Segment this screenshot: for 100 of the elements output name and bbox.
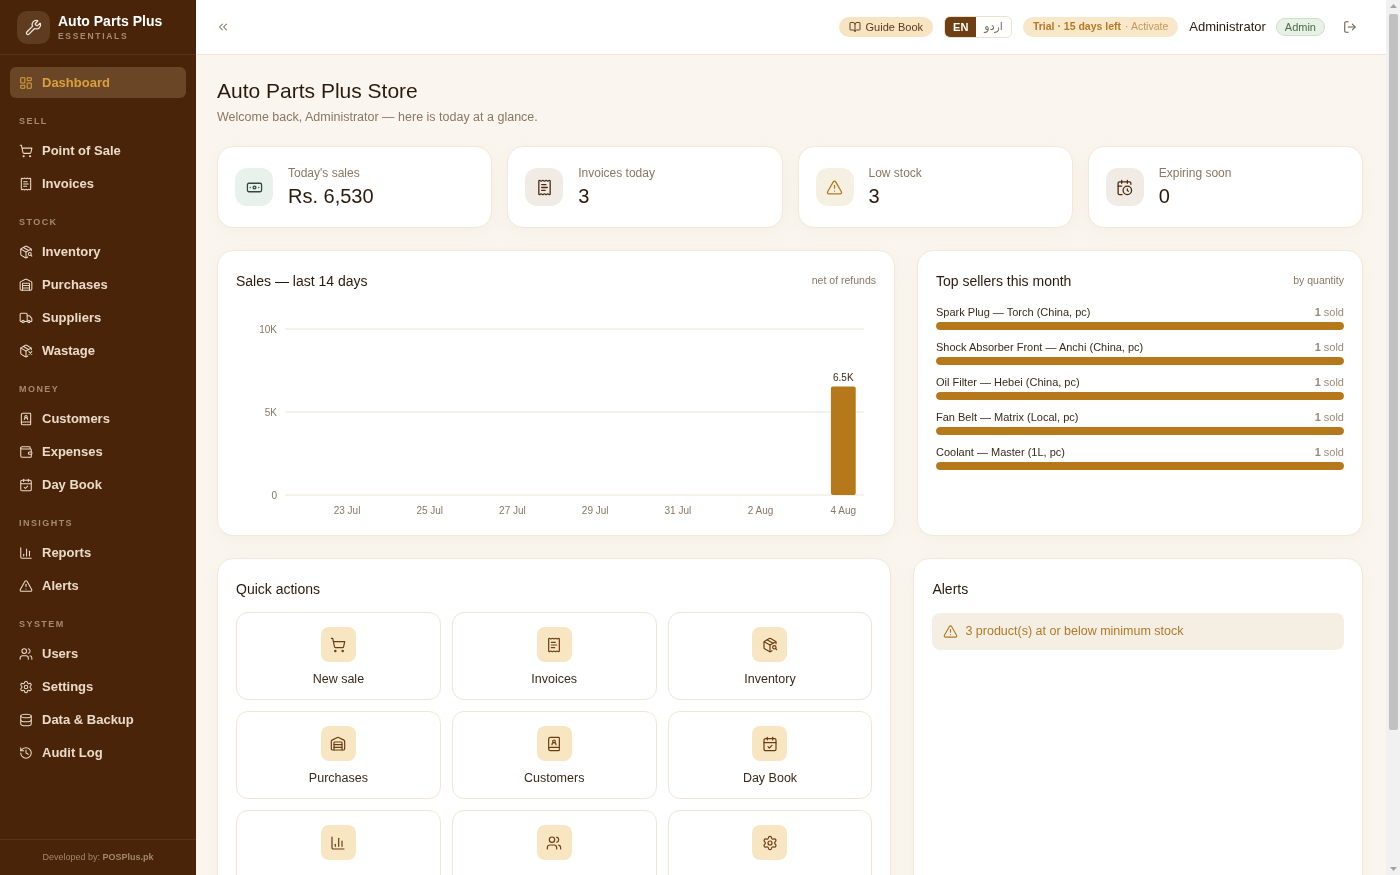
quick-action-tile[interactable]: New sale [236, 612, 441, 700]
wrench-logo-icon [17, 10, 50, 44]
history-icon [19, 745, 33, 760]
sidebar-item[interactable]: Wastage [10, 335, 186, 366]
bar-chart-icon [320, 825, 356, 860]
stat-value: 0 [1158, 184, 1171, 209]
product-name: Shock Absorber Front — Anchi (China, pc) [936, 339, 1144, 355]
y-axis-label: 5K [264, 407, 277, 418]
quick-action-tile[interactable] [236, 810, 441, 875]
card-title: Quick actions [236, 579, 321, 599]
logout-icon[interactable] [1343, 20, 1357, 34]
quick-action-tile[interactable]: Inventory [667, 612, 873, 700]
sidebar-item[interactable]: Dashboard [10, 67, 186, 98]
settings-icon [19, 679, 33, 694]
sidebar-item[interactable]: Purchases [10, 269, 186, 300]
section-label: MONEY [18, 383, 61, 395]
x-axis-label: 2 Aug [747, 505, 774, 516]
alert-text: 3 product(s) at or below minimum stock [965, 623, 1184, 641]
warning-icon [815, 168, 854, 206]
page-title: Auto Parts Plus Store [217, 78, 419, 104]
sidebar-item[interactable]: Data & Backup [10, 704, 186, 735]
receipt-icon [19, 176, 33, 191]
contact-book-icon [19, 411, 33, 426]
stat-label: Today's sales [288, 165, 361, 181]
package-search-icon [752, 627, 788, 662]
contact-book-icon [536, 726, 572, 761]
scroll-up-icon[interactable] [1389, 4, 1397, 8]
x-axis-label: 23 Jul [333, 505, 361, 516]
sidebar-item[interactable]: Audit Log [10, 737, 186, 768]
stat-label: Expiring soon [1158, 165, 1232, 181]
quick-action-tile[interactable]: Customers [451, 711, 657, 799]
sold-count: 1 sold [1314, 444, 1344, 460]
quick-action-tile[interactable]: Invoices [451, 612, 657, 700]
receipt-icon [536, 627, 572, 662]
collapse-icon[interactable] [216, 20, 230, 34]
calendar-clock-icon [1105, 168, 1144, 206]
database-icon [19, 712, 33, 727]
section-label: SELL [18, 115, 49, 127]
scrollbar[interactable] [1386, 0, 1400, 875]
book-icon [848, 21, 861, 33]
calendar-check-icon [752, 726, 788, 761]
sidebar-item[interactable]: Suppliers [10, 302, 186, 333]
stat-label: Invoices today [578, 165, 655, 181]
warning-icon [19, 578, 33, 593]
warning-icon [943, 624, 959, 639]
y-axis-label: 0 [271, 490, 277, 501]
x-axis-label: 4 Aug [830, 505, 857, 516]
bar-chart-icon [19, 545, 33, 560]
box-cross-icon [19, 343, 33, 358]
quick-action-tile[interactable]: Purchases [236, 711, 441, 799]
sidebar-item[interactable]: Expenses [10, 436, 186, 467]
wallet-icon [19, 444, 33, 459]
sidebar-item[interactable]: Invoices [10, 168, 186, 199]
quick-action-tile[interactable]: Day Book [667, 711, 873, 799]
sidebar-item[interactable]: Users [10, 638, 186, 669]
package-search-icon [19, 244, 33, 259]
card-note: by quantity [1293, 273, 1344, 289]
x-axis-label: 27 Jul [499, 505, 526, 516]
product-name: Coolant — Master (1L, pc) [936, 444, 1065, 460]
stat-value: Rs. 6,530 [288, 184, 374, 209]
sold-count: 1 sold [1314, 374, 1344, 390]
section-label: INSIGHTS [18, 517, 75, 529]
dashboard-grid-icon [19, 75, 33, 90]
x-axis-label: 25 Jul [416, 505, 444, 516]
users-icon [536, 825, 572, 860]
sidebar-item[interactable]: Point of Sale [10, 135, 186, 166]
sold-count: 1 sold [1314, 304, 1344, 320]
trial-status: Trial · 15 days left [1032, 19, 1122, 35]
sidebar-item[interactable]: Settings [10, 671, 186, 702]
scroll-down-icon[interactable] [1389, 867, 1397, 871]
sidebar-item[interactable]: Day Book [10, 469, 186, 500]
cart-icon [320, 627, 356, 662]
quick-action-tile[interactable] [451, 810, 657, 875]
stat-label: Low stock [868, 165, 922, 181]
sidebar-item[interactable]: Alerts [10, 570, 186, 601]
bar-value-label: 6.5K [833, 371, 854, 383]
brand-tagline: ESSENTIALS [58, 29, 130, 42]
receipt-icon [525, 168, 564, 206]
card-title: Alerts [932, 579, 969, 599]
card-note: net of refunds [811, 273, 876, 289]
sidebar-item[interactable]: Customers [10, 403, 186, 434]
calendar-check-icon [19, 477, 33, 492]
card-title: Sales — last 14 days [236, 271, 368, 291]
warehouse-icon [19, 277, 33, 292]
warehouse-icon [320, 726, 356, 761]
sidebar-item[interactable]: Inventory [10, 236, 186, 267]
x-axis-label: 29 Jul [581, 505, 609, 516]
scrollbar-thumb[interactable] [1388, 14, 1398, 730]
role-badge: Admin [1275, 18, 1325, 36]
sold-count: 1 sold [1314, 339, 1344, 355]
sidebar-item[interactable]: Reports [10, 537, 186, 568]
user-name: Administrator [1189, 18, 1266, 37]
x-axis-label: 31 Jul [664, 505, 692, 516]
truck-icon [19, 310, 33, 325]
section-label: STOCK [18, 216, 59, 228]
guide-book-button[interactable]: Guide Book [838, 17, 934, 37]
quick-action-tile[interactable] [667, 810, 873, 875]
stat-value: 3 [578, 184, 591, 209]
users-icon [19, 646, 33, 661]
language-option[interactable]: EN [945, 17, 977, 37]
